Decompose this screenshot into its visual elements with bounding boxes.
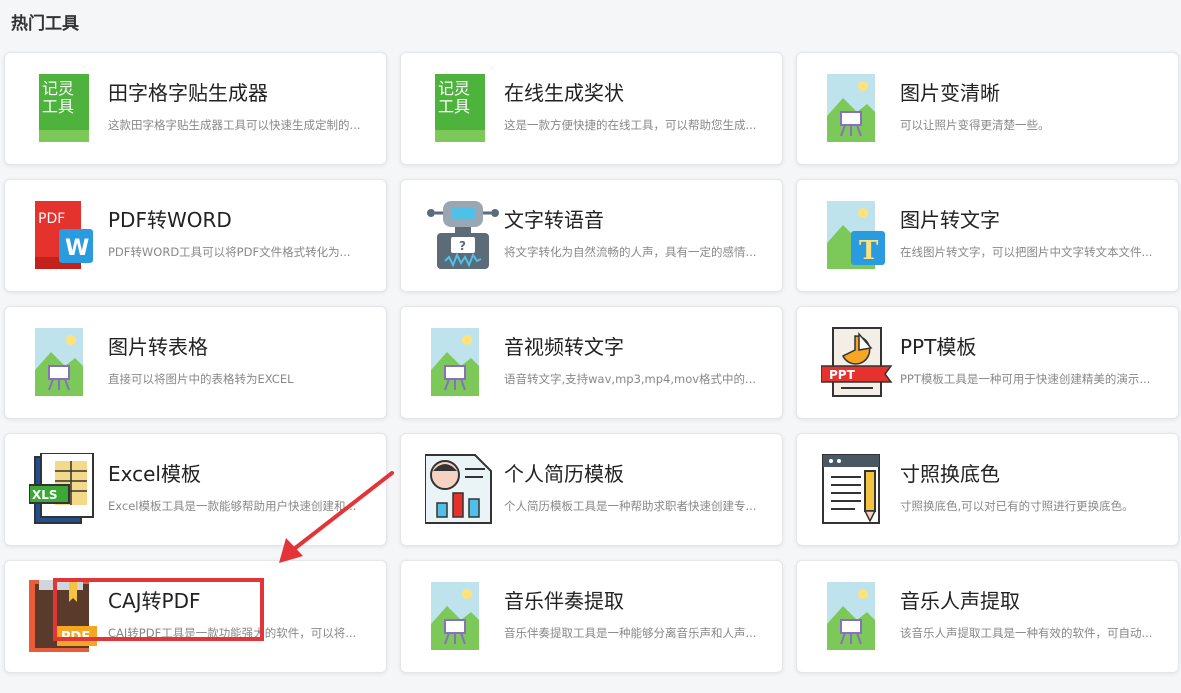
tool-card-pdf-to-word[interactable]: PDF W PDF转WORD PDF转WORD工具可以将PDF文件格式转化为..… <box>4 179 387 292</box>
section-title: 热门工具 <box>11 14 79 34</box>
tool-card-vocal-extract[interactable]: 音乐人声提取 该音乐人声提取工具是一种有效的软件，可自动... <box>796 560 1179 673</box>
landscape-image-icon <box>425 326 501 398</box>
svg-text:XLS: XLS <box>32 488 58 502</box>
tool-title: 音视频转文字 <box>504 335 624 359</box>
tool-title: PPT模板 <box>900 335 977 359</box>
tool-title: Excel模板 <box>108 462 201 486</box>
tool-description: 将文字转化为自然流畅的人声，具有一定的感情... <box>504 245 757 259</box>
tool-description: CAJ转PDF工具是一款功能强大的软件，可以将... <box>108 626 357 640</box>
tool-card-tianzige[interactable]: 记灵 工具 田字格字贴生成器 这款田字格字贴生成器工具可以快速生成定制的... <box>4 52 387 165</box>
landscape-image-icon <box>821 72 897 144</box>
tool-description: 寸照换底色,可以对已有的寸照进行更换底色。 <box>900 499 1134 513</box>
tool-description: 语音转文字,支持wav,mp3,mp4,mov格式中的... <box>504 372 757 386</box>
tool-card-av-to-text[interactable]: 音视频转文字 语音转文字,支持wav,mp3,mp4,mov格式中的... <box>400 306 783 419</box>
tool-title: 音乐人声提取 <box>900 589 1020 613</box>
tool-card-excel-template[interactable]: XLS Excel模板 Excel模板工具是一款能够帮助用户快速创建和... <box>4 433 387 546</box>
svg-text:工具: 工具 <box>438 97 470 116</box>
resume-icon <box>425 453 501 525</box>
tool-description: PDF转WORD工具可以将PDF文件格式转化为... <box>108 245 351 259</box>
excel-template-icon: XLS <box>29 453 105 525</box>
tool-description: 该音乐人声提取工具是一种有效的软件，可自动... <box>900 626 1153 640</box>
tool-title: 文字转语音 <box>504 208 604 232</box>
landscape-image-icon <box>821 580 897 652</box>
tool-card-text-to-speech[interactable]: ? 文字转语音 将文字转化为自然流畅的人声，具有一定的感情... <box>400 179 783 292</box>
tool-description: PPT模板工具是一种可用于快速创建精美的演示... <box>900 372 1151 386</box>
tool-card-ppt-template[interactable]: PPT PPT模板 PPT模板工具是一种可用于快速创建精美的演示... <box>796 306 1179 419</box>
svg-text:记灵: 记灵 <box>438 79 470 98</box>
jilin-tool-icon: 记灵 工具 <box>29 72 105 144</box>
svg-text:PDF: PDF <box>61 630 90 645</box>
document-pen-icon <box>821 453 897 525</box>
landscape-image-icon <box>29 326 105 398</box>
svg-text:?: ? <box>459 239 466 253</box>
tool-description: 这是一款方便快捷的在线工具，可以帮助您生成... <box>504 118 757 132</box>
tool-title: 个人简历模板 <box>504 462 624 486</box>
tool-title: 寸照换底色 <box>900 462 1000 486</box>
svg-text:PPT: PPT <box>829 368 856 382</box>
tool-card-accompaniment-extract[interactable]: 音乐伴奏提取 音乐伴奏提取工具是一种能够分离音乐声和人声... <box>400 560 783 673</box>
tool-title: CAJ转PDF <box>108 589 201 613</box>
tool-title: 在线生成奖状 <box>504 81 624 105</box>
landscape-image-icon <box>425 580 501 652</box>
svg-text:T: T <box>859 236 879 266</box>
tool-title: 田字格字贴生成器 <box>108 81 268 105</box>
tool-card-resume-template[interactable]: 个人简历模板 个人简历模板工具是一种帮助求职者快速创建专... <box>400 433 783 546</box>
tool-description: 在线图片转文字，可以把图片中文字转文本文件... <box>900 245 1153 259</box>
svg-text:记灵: 记灵 <box>42 79 74 98</box>
tool-description: Excel模板工具是一款能够帮助用户快速创建和... <box>108 499 357 513</box>
tool-description: 个人简历模板工具是一种帮助求职者快速创建专... <box>504 499 757 513</box>
svg-text:W: W <box>65 236 89 261</box>
tool-description: 可以让照片变得更清楚一些。 <box>900 118 1050 132</box>
caj-book-icon: PDF <box>29 580 105 652</box>
pdf-to-word-icon: PDF W <box>29 199 105 271</box>
tool-title: 音乐伴奏提取 <box>504 589 624 613</box>
tool-card-photo-background[interactable]: 寸照换底色 寸照换底色,可以对已有的寸照进行更换底色。 <box>796 433 1179 546</box>
tool-card-image-sharpen[interactable]: 图片变清晰 可以让照片变得更清楚一些。 <box>796 52 1179 165</box>
tool-card-caj-to-pdf[interactable]: PDF CAJ转PDF CAJ转PDF工具是一款功能强大的软件，可以将... <box>4 560 387 673</box>
tool-card-image-to-table[interactable]: 图片转表格 直接可以将图片中的表格转为EXCEL <box>4 306 387 419</box>
tool-card-image-to-text[interactable]: T 图片转文字 在线图片转文字，可以把图片中文字转文本文件... <box>796 179 1179 292</box>
tool-title: 图片变清晰 <box>900 81 1000 105</box>
tool-title: 图片转文字 <box>900 208 1000 232</box>
tool-card-certificate[interactable]: 记灵 工具 在线生成奖状 这是一款方便快捷的在线工具，可以帮助您生成... <box>400 52 783 165</box>
tool-title: PDF转WORD <box>108 208 232 232</box>
svg-text:工具: 工具 <box>42 97 74 116</box>
tool-title: 图片转表格 <box>108 335 208 359</box>
robot-icon: ? <box>425 199 501 271</box>
tool-description: 直接可以将图片中的表格转为EXCEL <box>108 372 294 386</box>
tool-description: 这款田字格字贴生成器工具可以快速生成定制的... <box>108 118 361 132</box>
tool-description: 音乐伴奏提取工具是一种能够分离音乐声和人声... <box>504 626 757 640</box>
jilin-tool-icon: 记灵 工具 <box>425 72 501 144</box>
svg-text:PDF: PDF <box>38 211 65 227</box>
image-to-text-icon: T <box>821 199 897 271</box>
ppt-template-icon: PPT <box>821 326 897 398</box>
tool-grid: 记灵 工具 田字格字贴生成器 这款田字格字贴生成器工具可以快速生成定制的... … <box>4 52 1179 673</box>
